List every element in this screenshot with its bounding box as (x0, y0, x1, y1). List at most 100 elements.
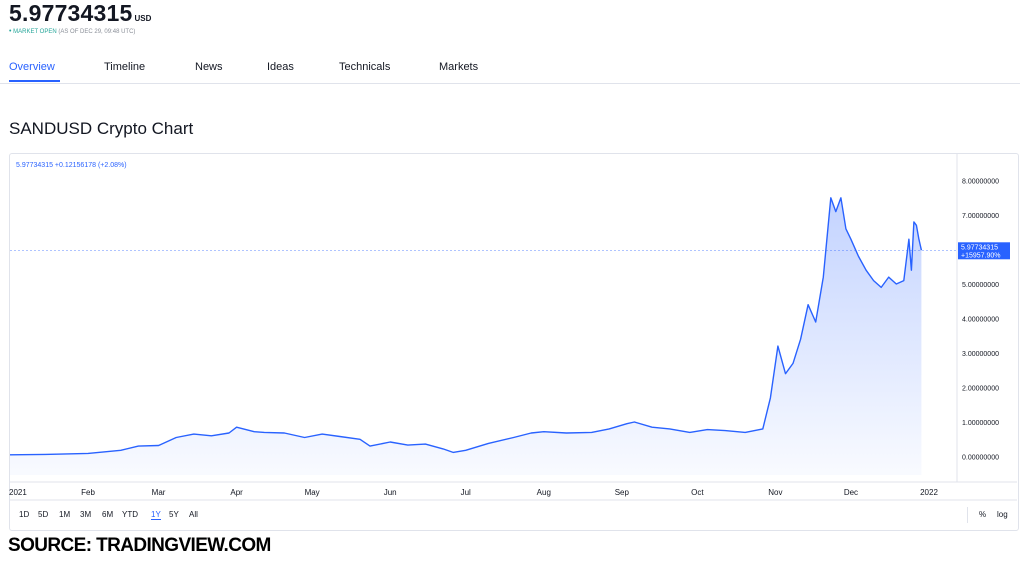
y-tick-label: 3.00000000 (962, 351, 999, 358)
x-tick-label: May (305, 488, 320, 497)
data-point (488, 443, 489, 444)
range-1d[interactable]: 1D (19, 510, 29, 519)
x-tick-label: 2022 (920, 488, 938, 497)
data-point (881, 287, 882, 288)
data-point (359, 439, 360, 440)
data-point (87, 453, 88, 454)
data-point (913, 221, 914, 222)
data-point (808, 304, 809, 305)
y-tick-label: 8.00000000 (962, 179, 999, 186)
data-point (911, 270, 912, 271)
data-point (465, 450, 466, 451)
x-tick-label: Apr (230, 488, 243, 497)
data-point (543, 431, 544, 432)
data-point (785, 373, 786, 374)
y-tick-label: 4.00000000 (962, 317, 999, 324)
data-point (858, 256, 859, 257)
range-5d[interactable]: 5D (38, 510, 48, 519)
x-tick-label: 2021 (9, 488, 27, 497)
x-tick-label: Oct (691, 488, 704, 497)
data-point (777, 346, 778, 347)
data-point (651, 427, 652, 428)
data-point (138, 446, 139, 447)
data-point (236, 427, 237, 428)
toolbar-divider (967, 507, 968, 523)
range-5y[interactable]: 5Y (169, 510, 179, 519)
data-point (800, 339, 801, 340)
data-point (591, 432, 592, 433)
x-tick-label: Dec (844, 488, 858, 497)
data-point (845, 228, 846, 229)
x-tick-label: Feb (81, 488, 95, 497)
x-tick-label: Aug (537, 488, 551, 497)
data-point (609, 428, 610, 429)
data-point (815, 321, 816, 322)
data-point (770, 397, 771, 398)
data-point (453, 452, 454, 453)
data-point (745, 432, 746, 433)
range-1y[interactable]: 1Y (151, 510, 161, 520)
range-all[interactable]: All (189, 510, 198, 519)
data-point (921, 250, 922, 251)
data-point (792, 363, 793, 364)
data-point (762, 428, 763, 429)
data-point (724, 430, 725, 431)
range-3m[interactable]: 3M (80, 510, 91, 519)
data-point (830, 197, 831, 198)
last-price-label: 5.97734315 (961, 244, 998, 251)
data-point (634, 421, 635, 422)
data-point (513, 437, 514, 438)
data-point (254, 431, 255, 432)
data-point (531, 432, 532, 433)
range-6m[interactable]: 6M (102, 510, 113, 519)
data-point (284, 432, 285, 433)
data-point (865, 270, 866, 271)
data-point (425, 443, 426, 444)
data-point (903, 280, 904, 281)
x-tick-label: Nov (768, 488, 782, 497)
data-point (211, 435, 212, 436)
data-point (896, 283, 897, 284)
range-1m[interactable]: 1M (59, 510, 70, 519)
data-point (228, 432, 229, 433)
x-tick-label: Sep (615, 488, 630, 497)
data-point (850, 239, 851, 240)
data-point (918, 239, 919, 240)
data-point (339, 436, 340, 437)
data-point (369, 446, 370, 447)
data-point (626, 423, 627, 424)
data-point (442, 448, 443, 449)
x-tick-label: Jun (384, 488, 397, 497)
data-point (45, 454, 46, 455)
data-point (689, 432, 690, 433)
y-tick-label: 1.00000000 (962, 420, 999, 427)
source-caption: SOURCE: TRADINGVIEW.COM (8, 535, 271, 556)
data-point (120, 450, 121, 451)
range-ytd[interactable]: YTD (122, 510, 138, 519)
log-scale-toggle[interactable]: log (997, 510, 1008, 519)
data-point (835, 211, 836, 212)
x-tick-label: Jul (461, 488, 471, 497)
data-point (916, 225, 917, 226)
data-point (193, 433, 194, 434)
y-tick-label: 7.00000000 (962, 213, 999, 220)
data-point (304, 437, 305, 438)
y-tick-label: 5.00000000 (962, 282, 999, 289)
data-point (390, 441, 391, 442)
data-point (823, 277, 824, 278)
data-point (669, 428, 670, 429)
percent-scale-toggle[interactable]: % (979, 510, 986, 519)
price-chart[interactable]: 0.00000000 1.00000000 2.00000000 3.00000000… (0, 0, 1024, 563)
data-point (566, 432, 567, 433)
last-change-label: +15957.90% (961, 252, 1001, 259)
data-point (888, 277, 889, 278)
data-point (158, 445, 159, 446)
y-tick-label: 2.00000000 (962, 386, 999, 393)
data-point (322, 433, 323, 434)
data-point (407, 445, 408, 446)
data-point (908, 239, 909, 240)
x-tick-label: Mar (152, 488, 166, 497)
data-point (176, 437, 177, 438)
data-point (9, 454, 10, 455)
y-tick-label: 0.00000000 (962, 455, 999, 462)
